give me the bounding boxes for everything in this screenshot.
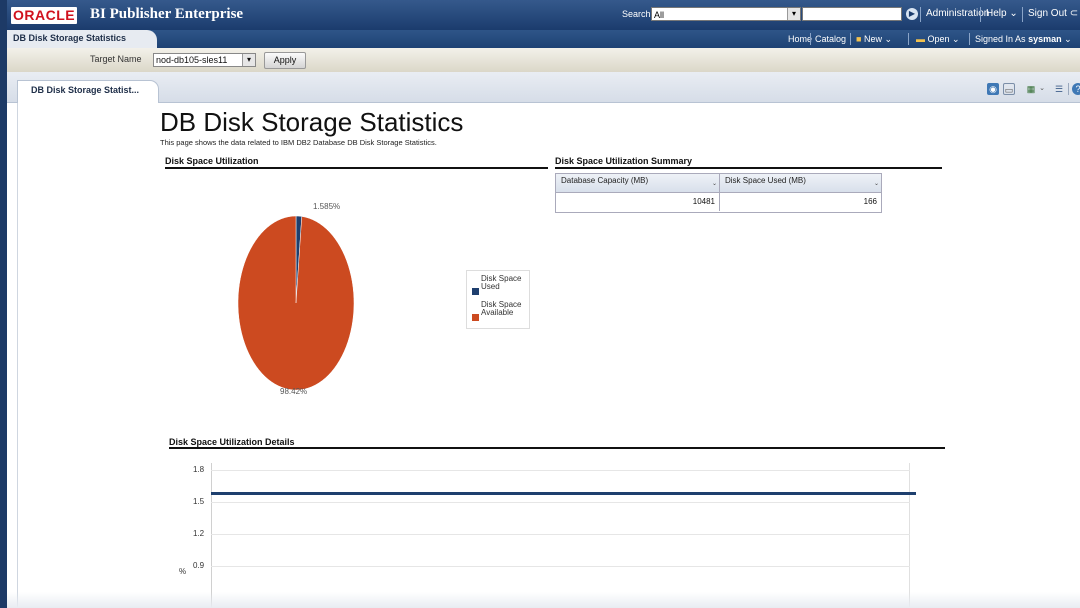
chevron-down-icon[interactable]: ⌄ <box>1036 83 1048 95</box>
divider <box>1022 7 1023 22</box>
logo-text: ORACLE <box>13 7 76 23</box>
section-title-utilization: Disk Space Utilization <box>165 156 259 166</box>
oracle-logo: ORACLE <box>11 7 77 24</box>
series-line[interactable] <box>211 491 916 495</box>
divider <box>850 33 851 45</box>
divider <box>920 7 921 22</box>
page-description: This page shows the data related to IBM … <box>160 138 437 147</box>
section-rule <box>555 167 942 169</box>
list-icon[interactable]: ☰ <box>1053 83 1065 95</box>
divider <box>969 33 970 45</box>
new-label: New <box>863 34 882 44</box>
app-name: BI Publisher Enterprise <box>90 6 244 22</box>
signed-in-label: Signed In As <box>975 34 1026 44</box>
pie-label-used: 1.585% <box>313 202 341 211</box>
report-content: DB Disk Storage Statistics This page sho… <box>7 103 1080 608</box>
grid-line <box>211 502 910 503</box>
help-label: Help <box>986 8 1007 19</box>
legend-label-used: Disk Space Used <box>481 274 522 291</box>
pie-label-available: 98.42% <box>280 387 308 396</box>
sort-icon: ⌄ <box>711 181 717 187</box>
header-label: Database Capacity (MB) <box>561 176 649 185</box>
tab-report[interactable]: DB Disk Storage Statist... <box>17 80 159 103</box>
grid-line <box>211 566 910 567</box>
header-label: Disk Space Used (MB) <box>725 176 806 185</box>
pie-slice-available[interactable] <box>237 216 355 391</box>
search-label: Search <box>622 9 651 19</box>
y-tick-label: 1.2 <box>193 529 205 538</box>
tab-label: DB Disk Storage Statistics <box>13 33 127 43</box>
apply-button[interactable]: Apply <box>264 52 306 69</box>
app-window: ORACLE BI Publisher Enterprise Search Al… <box>7 0 1080 608</box>
section-title-summary: Disk Space Utilization Summary <box>555 156 693 166</box>
legend-swatch-used <box>472 288 479 295</box>
chevron-down-icon: ⌄ <box>1009 8 1018 19</box>
divider <box>1068 83 1069 95</box>
sort-icon: ⌄ <box>873 181 879 187</box>
search-go-icon[interactable]: ▶ <box>906 8 918 20</box>
legend-label-available: Disk Space Available <box>481 300 522 317</box>
y-axis-line <box>211 463 212 608</box>
left-border <box>17 103 18 608</box>
top-header: ORACLE BI Publisher Enterprise Search Al… <box>7 0 1080 30</box>
sign-out-label: Sign Out <box>1028 8 1067 19</box>
tab-db-disk-storage[interactable]: DB Disk Storage Statistics <box>7 30 157 48</box>
target-name-label: Target Name <box>90 54 142 64</box>
target-name-value: nod-db105-sles11 <box>156 55 228 65</box>
view-icon[interactable]: ◉ <box>987 83 999 95</box>
sign-out-link[interactable]: Sign Out ⊂ <box>1028 8 1078 19</box>
grid-line <box>211 470 910 471</box>
section-rule <box>169 447 945 449</box>
catalog-link[interactable]: Catalog <box>815 34 846 44</box>
user-name: sysman <box>1028 34 1062 44</box>
help-icon[interactable]: ? <box>1072 83 1080 95</box>
sign-out-icon: ⊂ <box>1069 8 1079 19</box>
open-menu[interactable]: ▬ Open ⌄ <box>916 34 960 45</box>
pie-legend: Disk Space Used Disk Space Available <box>466 270 530 329</box>
chevron-down-icon[interactable]: ▾ <box>787 8 800 20</box>
export-icon[interactable]: ▭ <box>1003 83 1015 95</box>
parameter-bar: Target Name nod-db105-sles11 ▾ Apply <box>7 48 1080 73</box>
y-tick-label: 1.5 <box>193 497 205 506</box>
plot-border <box>909 463 910 608</box>
summary-table: Database Capacity (MB) ⌄ Disk Space Used … <box>555 173 882 213</box>
section-rule <box>165 167 548 169</box>
column-header-capacity[interactable]: Database Capacity (MB) ⌄ <box>556 174 720 192</box>
search-input[interactable] <box>802 7 902 21</box>
open-label: Open <box>927 34 950 44</box>
y-tick-label: 0.9 <box>193 561 205 570</box>
help-menu[interactable]: Help ⌄ <box>986 8 1018 19</box>
divider <box>980 7 981 22</box>
target-name-select[interactable]: nod-db105-sles11 ▾ <box>153 53 256 67</box>
y-axis-label: % <box>179 567 187 576</box>
y-tick-label: 1.8 <box>193 465 205 474</box>
search-scope-select[interactable]: All ▾ <box>651 7 801 21</box>
chevron-down-icon[interactable]: ▾ <box>242 54 255 66</box>
home-link[interactable]: Home <box>788 34 812 44</box>
cell-capacity: 10481 <box>556 193 720 211</box>
new-icon: ■ <box>856 34 862 44</box>
pie-chart <box>237 216 355 391</box>
section-title-details: Disk Space Utilization Details <box>169 437 295 447</box>
report-tab-label: DB Disk Storage Statist... <box>31 85 140 95</box>
divider <box>810 33 811 45</box>
report-tab-bar: DB Disk Storage Statist... ◉ ▭ ▦ ⌄ ☰ ? <box>7 72 1080 103</box>
nav-bar: DB Disk Storage Statistics Home Catalog … <box>7 30 1080 48</box>
divider <box>908 33 909 45</box>
page-title: DB Disk Storage Statistics <box>160 107 464 137</box>
grid-line <box>211 534 910 535</box>
scroll-fade <box>7 592 1080 608</box>
new-menu[interactable]: ■ New ⌄ <box>856 34 892 45</box>
signed-in-menu[interactable]: Signed In As sysman ⌄ <box>975 34 1072 45</box>
legend-swatch-available <box>472 314 479 321</box>
column-header-used[interactable]: Disk Space Used (MB) ⌄ <box>720 174 881 192</box>
search-scope-value: All <box>654 10 665 20</box>
folder-icon: ▬ <box>916 34 925 44</box>
cell-used: 166 <box>863 197 877 206</box>
